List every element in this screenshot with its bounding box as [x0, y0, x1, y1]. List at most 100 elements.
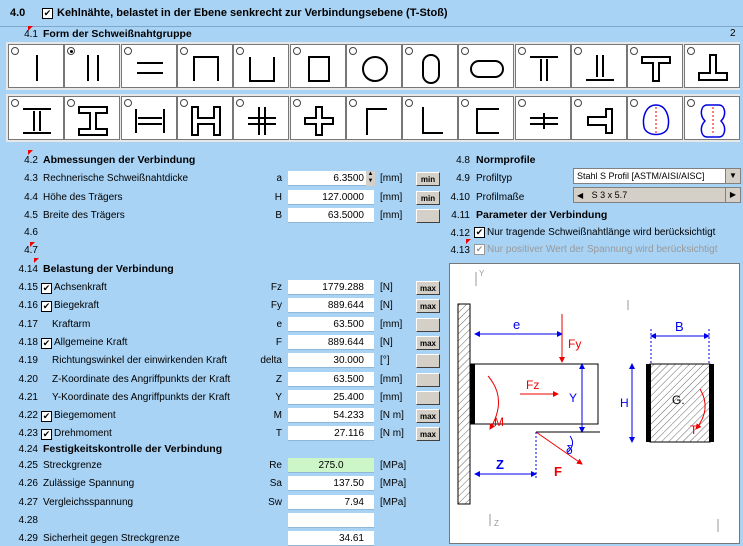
row-checkbox[interactable]: ✔	[41, 411, 52, 423]
row-number: 4.29	[18, 533, 38, 545]
weld-shape-option[interactable]	[176, 96, 233, 140]
weld-shape-option[interactable]	[345, 96, 402, 140]
param-option-2[interactable]: ✔ Nur positiver Wert der Spannung wird be…	[474, 244, 717, 255]
row-value[interactable]: 63.5000	[288, 208, 374, 223]
row-action-button[interactable]: max	[416, 281, 440, 295]
row-num-4-12: 4.12	[450, 228, 470, 239]
radio-button[interactable]	[123, 99, 132, 107]
weld-shape-option[interactable]	[402, 96, 459, 140]
weld-shape-option[interactable]	[514, 96, 571, 140]
weld-shape-option[interactable]	[64, 96, 121, 140]
row-value[interactable]: 889.644	[288, 298, 374, 314]
row-value[interactable]: 275.0	[288, 458, 374, 473]
row-symbol: H	[274, 191, 282, 203]
row-action-button[interactable]	[416, 354, 440, 369]
profile-size-select[interactable]: ◀ S 3 x 5.7 ▶	[573, 187, 741, 203]
row-number: 4.20	[18, 373, 38, 385]
profile-size-value: S 3 x 5.7	[591, 190, 628, 200]
radio-button[interactable]	[574, 99, 582, 107]
row-action-button[interactable]	[416, 372, 440, 387]
row-action-button[interactable]: max	[416, 335, 440, 350]
radio-button[interactable]	[292, 47, 301, 55]
weld-shape-option[interactable]	[289, 44, 346, 88]
row-value[interactable]: 63.500	[288, 371, 374, 387]
weld-shape-option[interactable]	[627, 44, 684, 88]
connection-diagram-svg: Y Z e Fy Fz M Y δ F Z B H G. T	[457, 269, 719, 532]
row-action-button[interactable]: max	[416, 427, 440, 442]
row-value-text: 7.94	[344, 496, 364, 508]
chevron-down-icon[interactable]: ▼	[725, 169, 740, 183]
profile-type-select[interactable]: Stahl S Profil [ASTM/AISI/AISC] ▼	[573, 168, 741, 184]
row-value[interactable]: 30.000	[288, 353, 374, 369]
radio-button[interactable]	[348, 47, 357, 55]
weld-shape-option[interactable]	[571, 96, 627, 140]
profile-type-value: Stahl S Profil [ASTM/AISI/AISC]	[577, 171, 705, 181]
connection-diagram: Y Z e Fy Fz M Y δ F Z B H G. T	[449, 263, 740, 544]
row-action-button[interactable]	[416, 390, 440, 405]
row-value[interactable]: 1779.288	[288, 280, 374, 295]
param-option-1[interactable]: ✔ Nur tragende Schweißnahtlänge wird berü…	[474, 227, 715, 238]
weld-shape-option[interactable]	[458, 44, 515, 88]
weld-shape-option[interactable]	[627, 96, 684, 140]
row-value[interactable]: 25.400	[288, 389, 374, 405]
weld-shape-option[interactable]	[64, 44, 121, 88]
radio-button[interactable]	[686, 47, 695, 55]
weld-shape-option[interactable]	[514, 44, 571, 88]
row-value[interactable]: 54.233	[288, 408, 374, 424]
label-b: B	[675, 319, 684, 334]
weld-shape-option[interactable]	[683, 96, 740, 140]
row-checkbox[interactable]: ✔	[41, 337, 52, 349]
weld-shape-option[interactable]	[8, 44, 64, 88]
row-symbol: Fz	[270, 282, 282, 293]
radio-button[interactable]	[686, 99, 695, 107]
spinner-icon[interactable]: ▲ ▼	[366, 171, 375, 186]
row-value-text: 63.500	[333, 373, 364, 385]
radio-button[interactable]	[574, 47, 582, 55]
row-checkbox[interactable]: ✔	[41, 429, 52, 441]
weld-shape-option[interactable]	[458, 96, 515, 140]
weld-shape-option[interactable]	[8, 96, 64, 140]
radio-button[interactable]	[179, 99, 188, 107]
row-action-button[interactable]: max	[416, 299, 440, 314]
row-value[interactable]: 6.3500	[288, 171, 374, 186]
row-num-4-24: 4.24	[18, 444, 38, 455]
weld-shape-option[interactable]	[120, 96, 177, 140]
row-checkbox[interactable]: ✔	[41, 283, 52, 294]
label-g: G.	[672, 393, 685, 407]
weld-shape-option[interactable]	[345, 44, 402, 88]
radio-button[interactable]	[348, 99, 357, 107]
radio-button[interactable]	[123, 47, 132, 55]
row-checkbox[interactable]: ✔	[41, 301, 52, 313]
radio-button[interactable]	[179, 47, 188, 55]
weld-shape-option[interactable]	[120, 44, 177, 88]
weld-shape-option[interactable]	[233, 44, 290, 88]
chevron-right-icon[interactable]: ▶	[725, 188, 740, 202]
weld-shape-option[interactable]	[176, 44, 233, 88]
row-action-button[interactable]	[416, 317, 440, 332]
weld-shape-option[interactable]	[289, 96, 346, 140]
row-value[interactable]: 127.0000	[288, 189, 374, 205]
radio-button[interactable]	[11, 99, 19, 107]
weld-shape-option[interactable]	[571, 44, 627, 88]
radio-button[interactable]	[517, 99, 526, 107]
row-action-button[interactable]: max	[416, 409, 440, 424]
weld-shape-option[interactable]	[402, 44, 459, 88]
title-checkbox[interactable]: ✔	[42, 8, 53, 19]
radio-button[interactable]	[11, 47, 19, 55]
row-symbol: delta	[260, 355, 282, 367]
weld-shape-option[interactable]	[233, 96, 290, 140]
radio-button[interactable]	[292, 99, 301, 107]
chevron-left-icon[interactable]: ◀	[577, 191, 583, 200]
note-marker	[466, 239, 471, 244]
row-symbol: e	[276, 318, 282, 330]
title-bar: 4.0 ✔ Kehlnähte, belastet in der Ebene s…	[0, 0, 743, 27]
radio-button[interactable]	[517, 47, 526, 55]
strength-header: Festigkeitskontrolle der Verbindung	[43, 443, 223, 455]
row-value[interactable]: 27.116	[288, 426, 374, 442]
row-number: 4.5	[24, 210, 38, 221]
row-label: Kraftarm	[52, 318, 91, 330]
row-value[interactable]: 63.500	[288, 316, 374, 332]
weld-shape-option[interactable]	[683, 44, 740, 88]
row-unit: [MPa]	[380, 460, 407, 471]
row-value[interactable]: 889.644	[288, 334, 374, 350]
